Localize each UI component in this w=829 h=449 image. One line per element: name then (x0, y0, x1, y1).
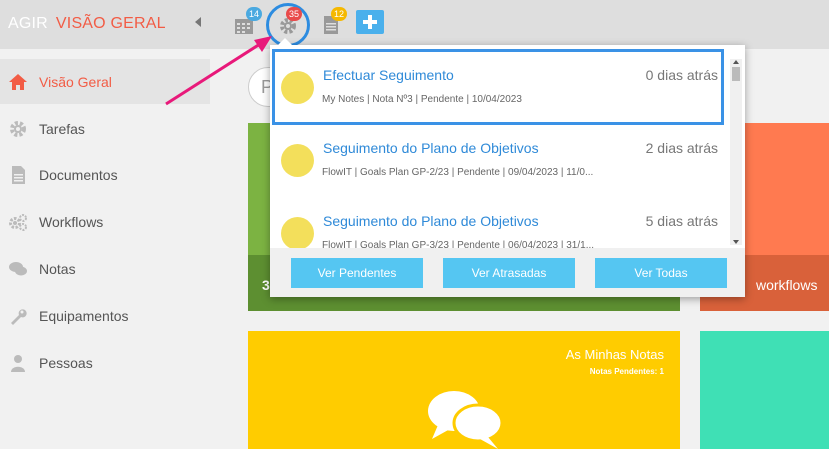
sidebar-item-documentos[interactable]: Documentos (0, 152, 210, 197)
sidebar-item-label: Documentos (39, 166, 118, 183)
app-brand[interactable]: AGIR VISÃO GERAL (8, 15, 166, 33)
people-tile[interactable] (700, 331, 829, 449)
page-title: VISÃO GERAL (55, 15, 166, 32)
notifications-badge: 35 (286, 7, 303, 21)
notification-title[interactable]: Seguimento do Plano de Objetivos (323, 213, 539, 229)
sidebar-item-label: Visão Geral (39, 73, 112, 90)
avatar (281, 217, 314, 250)
notification-time: 5 dias atrás (645, 213, 718, 229)
sidebar-item-label: Equipamentos (39, 307, 129, 324)
home-icon (9, 73, 27, 90)
documents-badge: 12 (331, 7, 348, 21)
avatar (281, 144, 314, 177)
wrench-icon (11, 308, 27, 325)
document-icon (12, 165, 25, 184)
tile-subtitle: Notas Pendentes: 1 (589, 367, 664, 376)
scrollbar[interactable] (730, 59, 742, 245)
chat-icon (428, 391, 504, 449)
sidebar-item-label: Notas (39, 260, 76, 277)
sidebar-item-label: Tarefas (39, 120, 85, 137)
highlight-box (272, 49, 724, 125)
view-overdue-button[interactable]: Ver Atrasadas (443, 258, 575, 288)
tile-label: workflows (756, 277, 818, 293)
view-pending-button[interactable]: Ver Pendentes (291, 258, 423, 288)
chat-icon (9, 261, 27, 275)
sidebar-item-pessoas[interactable]: Pessoas (0, 340, 210, 385)
sidebar-item-label: Pessoas (39, 354, 93, 371)
tile-count: 3 (262, 277, 270, 293)
dropdown-caret (278, 38, 292, 45)
scroll-up-icon[interactable] (733, 60, 739, 64)
notes-tile[interactable]: As Minhas Notas Notas Pendentes: 1 (248, 331, 680, 449)
gears-icon (9, 213, 27, 231)
scroll-down-icon[interactable] (733, 240, 739, 244)
sidebar-item-label: Workflows (39, 213, 104, 230)
calendar-badge: 14 (246, 7, 263, 21)
sidebar-item-equipamentos[interactable]: Equipamentos (0, 293, 210, 338)
view-all-button[interactable]: Ver Todas (595, 258, 727, 288)
sidebar-item-tarefas[interactable]: Tarefas (0, 106, 210, 151)
add-button[interactable] (356, 10, 384, 34)
notification-item[interactable]: Seguimento do Plano de Objetivos 2 dias … (270, 124, 730, 196)
scroll-thumb[interactable] (732, 67, 740, 81)
notifications-dropdown: Efectuar Seguimento 0 dias atrás My Note… (270, 38, 745, 297)
notification-time: 2 dias atrás (645, 140, 718, 156)
brand-name: AGIR (8, 15, 48, 32)
top-bar: AGIR VISÃO GERAL 14 35 12 (0, 0, 829, 49)
dropdown-footer: Ver Pendentes Ver Atrasadas Ver Todas (270, 248, 745, 297)
person-icon (11, 354, 25, 372)
annotation-arrow-icon (165, 36, 272, 106)
notification-meta: FlowIT | Goals Plan GP-2/23 | Pendente |… (322, 167, 594, 178)
gear-icon (10, 120, 26, 137)
sidebar-item-notas[interactable]: Notas (0, 246, 210, 291)
tile-title: As Minhas Notas (565, 347, 664, 362)
notification-title[interactable]: Seguimento do Plano de Objetivos (323, 140, 539, 156)
sidebar-item-workflows[interactable]: Workflows (0, 199, 210, 244)
collapse-sidebar-icon[interactable] (195, 17, 201, 27)
